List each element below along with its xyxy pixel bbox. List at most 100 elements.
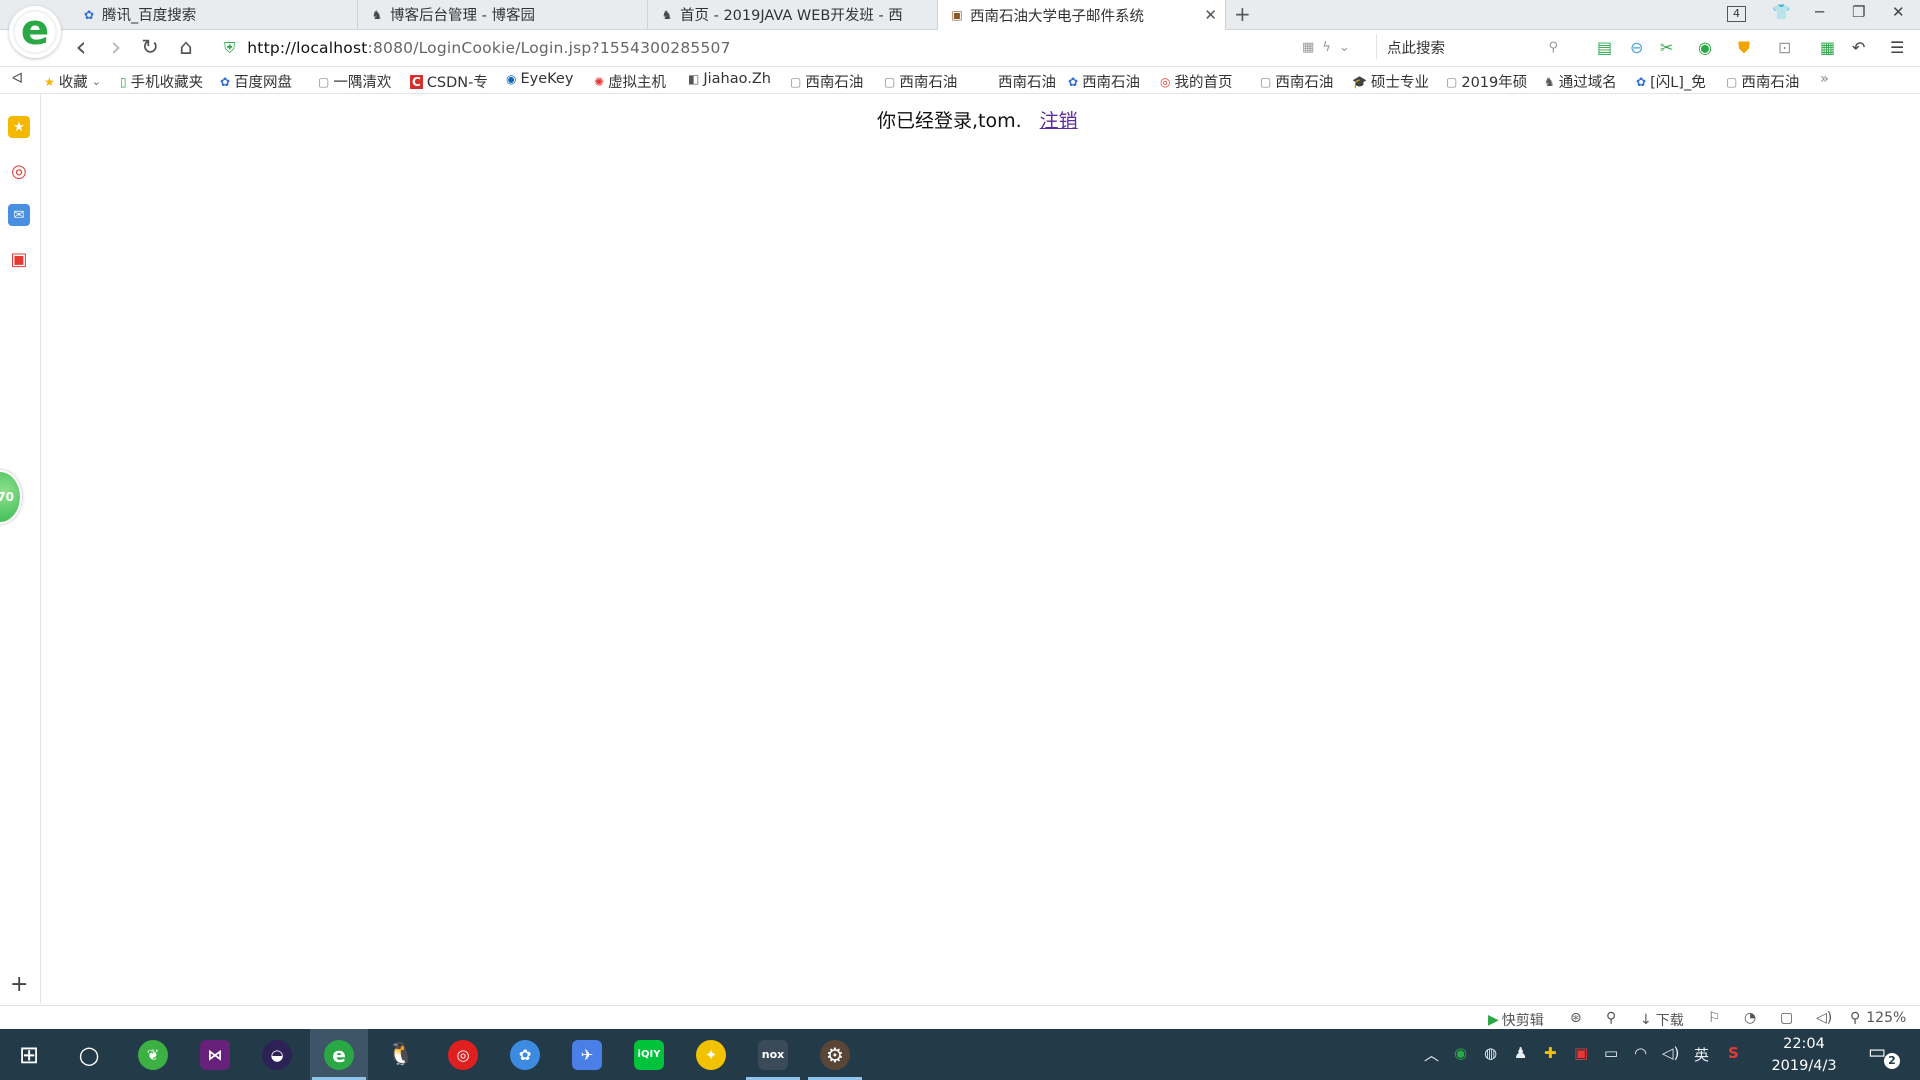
bookmark-item[interactable]: ◧ Jiahao.Zh — [688, 71, 771, 87]
mail-icon[interactable]: ✉ — [8, 204, 30, 226]
add-sidebar-item-icon[interactable]: + — [10, 972, 28, 997]
accelerate-icon[interactable]: ⊛ — [1570, 1010, 1582, 1026]
qr-code-icon[interactable]: ▦ — [1302, 40, 1322, 55]
scissors-icon[interactable]: ✂ — [1660, 38, 1673, 57]
address-tools[interactable]: ▦ϟ⌄ — [1302, 40, 1358, 55]
action-center-button[interactable]: ▭ 2 — [1868, 1041, 1900, 1069]
close-window-button[interactable]: ✕ — [1892, 3, 1905, 21]
favorites-star-icon[interactable]: ★ — [8, 116, 30, 138]
ime-indicator[interactable]: 英 — [1694, 1044, 1709, 1065]
zoom-control[interactable]: ⚲ 125% — [1850, 1010, 1906, 1026]
collapse-sidebar-icon[interactable]: ᐊ — [12, 71, 23, 87]
minus-circle-icon[interactable]: ⊖ — [1630, 38, 1643, 57]
bookmark-item[interactable]: ✿ 西南石油 — [1068, 71, 1140, 92]
skin-icon[interactable]: 👕 — [1772, 3, 1791, 21]
screenshot-icon[interactable]: ⊡ — [1778, 38, 1791, 57]
tab-strip: e ✿ 腾讯_百度搜索 ♞ 博客后台管理 - 博客园 ♞ 首页 - 2019JA… — [0, 0, 1920, 58]
windows-icon: ⊞ — [18, 1040, 40, 1069]
tab-swpu-mail[interactable]: ▣ 西南石油大学电子邮件系统 ✕ — [938, 0, 1226, 30]
menu-icon[interactable]: ☰ — [1890, 38, 1904, 57]
browser-logo[interactable]: e — [9, 6, 61, 58]
battery-icon[interactable]: ▭ — [1604, 1044, 1618, 1062]
taskbar-app[interactable]: ◒ — [248, 1029, 306, 1080]
flag-icon[interactable]: ⚐ — [1708, 1010, 1721, 1026]
bookmark-favorites[interactable]: ★ 收藏 ⌄ — [44, 71, 101, 92]
taskbar-app[interactable]: ⚙ — [806, 1029, 864, 1080]
translate-icon[interactable]: ◉ — [1698, 38, 1712, 57]
qq-tray-icon[interactable]: ♟ — [1514, 1044, 1527, 1062]
speaker-icon[interactable]: ◁) — [1662, 1044, 1679, 1062]
address-bar[interactable]: ⛨ http://localhost:8080/LoginCookie/Logi… — [224, 35, 1360, 61]
minimize-button[interactable]: ─ — [1815, 3, 1824, 21]
undo-icon[interactable]: ↶ — [1852, 38, 1865, 57]
restore-button[interactable]: ❐ — [1852, 3, 1865, 21]
nox-tray-icon[interactable]: ◍ — [1484, 1044, 1497, 1062]
bookmark-item[interactable]: ✿ [闪L]_免 — [1636, 71, 1706, 92]
taskbar-app[interactable]: ◎ — [434, 1029, 492, 1080]
forward-button[interactable]: › — [103, 30, 129, 63]
home-button[interactable]: ⌂ — [173, 35, 199, 59]
bookmark-item[interactable]: ▢ 西南石油 — [1726, 71, 1799, 92]
taskbar-app[interactable]: iQIY — [620, 1029, 678, 1080]
taskbar-app[interactable]: 🐧 — [372, 1029, 430, 1080]
bookmark-item[interactable]: ▢ 2019年硕 — [1446, 71, 1527, 92]
search-box[interactable]: 点此搜索 ⚲ — [1376, 34, 1568, 60]
start-button[interactable]: ⊞ — [0, 1029, 58, 1080]
quick-cut-button[interactable]: ▶ 快剪辑 — [1488, 1010, 1544, 1030]
lightning-icon[interactable]: ϟ — [1322, 40, 1339, 55]
logout-link[interactable]: 注销 — [1040, 110, 1078, 132]
sogou-icon[interactable]: S — [1728, 1044, 1739, 1062]
pin-icon[interactable]: ⚲ — [1606, 1010, 1616, 1026]
weibo-icon: ◎ — [1160, 74, 1171, 89]
tab-javaweb[interactable]: ♞ 首页 - 2019JAVA WEB开发班 - 西 — [648, 0, 938, 29]
game-icon[interactable]: ▣ — [8, 248, 30, 270]
cortana-button[interactable]: ○ — [60, 1029, 118, 1080]
window-icon[interactable]: ▢ — [1780, 1010, 1793, 1026]
bookmark-item[interactable]: ✺ 虚拟主机 — [594, 71, 666, 92]
left-sidebar: ★ ◎ ✉ ▣ + — [0, 94, 41, 1004]
bookmark-item[interactable]: ▢ 西南石油 — [1260, 71, 1333, 92]
download-button[interactable]: ↓ 下载 — [1640, 1010, 1684, 1030]
weibo-icon[interactable]: ◎ — [8, 160, 30, 182]
search-icon[interactable]: ⚲ — [1548, 40, 1558, 55]
tab-count-badge[interactable]: 4 — [1727, 6, 1746, 22]
clean-icon[interactable]: ◔ — [1744, 1010, 1756, 1026]
system-clock[interactable]: 22:04 2019/4/3 — [1760, 1033, 1848, 1077]
bookmark-item[interactable]: ▢ 一隅清欢 — [318, 71, 391, 92]
bookmark-item[interactable]: 🎓 硕士专业 — [1352, 71, 1429, 92]
close-tab-icon[interactable]: ✕ — [1204, 6, 1217, 24]
bookmark-item[interactable]: ♞ 通过域名 — [1544, 71, 1617, 92]
taskbar-app[interactable]: ⋈ — [186, 1029, 244, 1080]
show-hidden-icons[interactable]: ︿ — [1424, 1044, 1439, 1065]
taskbar-app-active[interactable]: e — [310, 1029, 368, 1080]
tab-baidu[interactable]: ✿ 腾讯_百度搜索 — [70, 0, 358, 29]
bookmark-item[interactable]: ▢ 西南石油 — [790, 71, 863, 92]
shield-guard-icon[interactable]: ⛊ — [1738, 38, 1750, 58]
bookmark-item[interactable]: 西南石油 — [994, 71, 1056, 92]
bookmark-item[interactable]: C CSDN-专 — [410, 71, 488, 92]
tab-cnblogs-admin[interactable]: ♞ 博客后台管理 - 博客园 — [358, 0, 648, 29]
taskbar-app[interactable]: ❦ — [124, 1029, 182, 1080]
taskbar-app[interactable]: ✿ — [496, 1029, 554, 1080]
volume-icon[interactable]: ◁) — [1816, 1010, 1832, 1026]
apps-grid-icon[interactable]: ▦ — [1820, 38, 1835, 57]
refresh-button[interactable]: ↻ — [137, 35, 163, 59]
bookmark-item[interactable]: ✿ 百度网盘 — [220, 71, 292, 92]
bookmark-item[interactable]: ◉ EyeKey — [506, 71, 573, 87]
new-tab-button[interactable]: + — [1234, 2, 1251, 26]
security-tray-icon[interactable]: ▣ — [1574, 1044, 1588, 1062]
360-tray-icon[interactable]: ◉ — [1454, 1044, 1467, 1062]
wifi-icon[interactable]: ◠ — [1634, 1044, 1647, 1062]
bookmark-item[interactable]: ◎ 我的首页 — [1160, 71, 1232, 92]
taskbar-app[interactable]: ✈ — [558, 1029, 616, 1080]
bookmark-item[interactable]: ▯ 手机收藏夹 — [120, 71, 203, 92]
bookmark-item[interactable]: ▢ 西南石油 — [884, 71, 957, 92]
plus-tray-icon[interactable]: ✚ — [1544, 1044, 1557, 1062]
search-input[interactable]: 点此搜索 — [1387, 37, 1548, 58]
reader-icon[interactable]: ▤ — [1597, 38, 1612, 57]
taskbar-app[interactable]: ✦ — [682, 1029, 740, 1080]
back-button[interactable]: ‹ — [68, 30, 94, 63]
chevron-down-icon[interactable]: ⌄ — [1339, 40, 1358, 55]
bookmarks-more-button[interactable]: » — [1820, 71, 1829, 87]
taskbar-app[interactable]: nox — [744, 1029, 802, 1080]
